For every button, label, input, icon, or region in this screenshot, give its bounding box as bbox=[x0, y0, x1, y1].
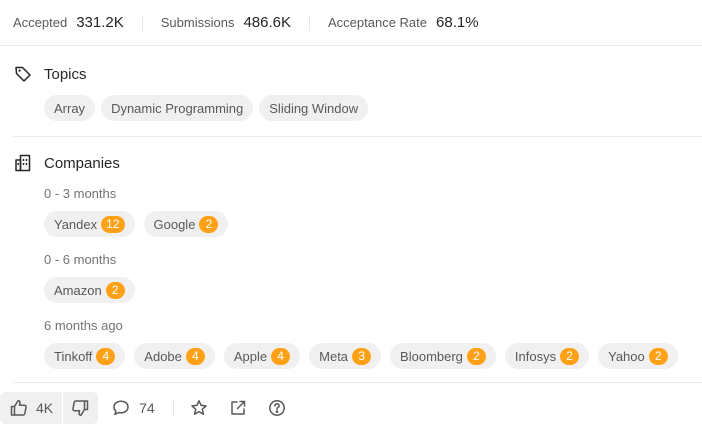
company-count-badge: 4 bbox=[271, 347, 291, 365]
company-name: Adobe bbox=[144, 348, 182, 364]
share-icon bbox=[229, 399, 247, 417]
period-label: 6 months ago bbox=[44, 318, 123, 333]
help-icon bbox=[268, 399, 286, 417]
companies-header[interactable]: Companies bbox=[13, 151, 120, 175]
comment-icon bbox=[112, 399, 130, 417]
like-count: 4K bbox=[36, 400, 54, 416]
company-count-badge: 12 bbox=[101, 215, 125, 233]
company-tag[interactable]: Yandex 12 bbox=[44, 211, 135, 237]
dislike-button[interactable] bbox=[63, 392, 98, 424]
company-count-badge: 3 bbox=[352, 347, 372, 365]
company-name: Yahoo bbox=[608, 348, 645, 364]
company-count-badge: 4 bbox=[185, 347, 205, 365]
company-tag[interactable]: Bloomberg 2 bbox=[390, 343, 496, 369]
company-count-badge: 2 bbox=[199, 215, 219, 233]
comment-count: 74 bbox=[139, 400, 155, 416]
company-count-badge: 2 bbox=[648, 347, 668, 365]
company-name: Tinkoff bbox=[54, 348, 93, 364]
company-tag[interactable]: Meta 3 bbox=[309, 343, 382, 369]
tag-icon bbox=[13, 64, 33, 84]
company-name: Infosys bbox=[514, 348, 557, 364]
submissions-stat: Submissions 486.6K bbox=[161, 14, 291, 31]
building-icon bbox=[13, 153, 33, 173]
company-count-badge: 2 bbox=[560, 347, 580, 365]
company-name: Apple bbox=[233, 348, 268, 364]
topics-title: Topics bbox=[44, 65, 87, 83]
section-divider bbox=[13, 382, 702, 383]
companies-title: Companies bbox=[44, 154, 120, 172]
footer-separator bbox=[172, 399, 174, 417]
topics-header[interactable]: Topics bbox=[13, 62, 87, 86]
company-name: Bloomberg bbox=[400, 348, 463, 364]
company-list: Amazon 2 bbox=[44, 277, 135, 303]
acceptance-rate-label: Acceptance Rate bbox=[328, 15, 428, 30]
accepted-stat: Accepted 331.2K bbox=[13, 14, 124, 31]
acceptance-rate-stat: Acceptance Rate 68.1% bbox=[328, 14, 479, 31]
company-count-badge: 2 bbox=[105, 281, 125, 299]
share-button[interactable] bbox=[229, 399, 247, 417]
company-name: Google bbox=[153, 216, 196, 232]
accepted-value: 331.2K bbox=[76, 14, 124, 31]
topic-tag[interactable]: Dynamic Programming bbox=[101, 95, 254, 121]
company-list: Yandex 12 Google 2 bbox=[44, 211, 229, 237]
vote-group: 4K bbox=[0, 392, 99, 424]
thumbs-down-icon bbox=[71, 399, 89, 417]
action-bar: 4K 74 bbox=[0, 391, 702, 425]
period-label: 0 - 3 months bbox=[44, 186, 117, 201]
company-count-badge: 2 bbox=[466, 347, 486, 365]
topic-tag[interactable]: Array bbox=[44, 95, 96, 121]
company-name: Amazon bbox=[54, 282, 102, 298]
stats-row: Accepted 331.2K Submissions 486.6K Accep… bbox=[0, 0, 702, 46]
section-divider bbox=[13, 136, 702, 137]
acceptance-rate-value: 68.1% bbox=[436, 14, 479, 31]
company-tag[interactable]: Yahoo 2 bbox=[598, 343, 678, 369]
topics-list: Array Dynamic Programming Sliding Window bbox=[44, 95, 369, 121]
comments-button[interactable]: 74 bbox=[112, 399, 155, 417]
submissions-label: Submissions bbox=[160, 15, 235, 30]
company-list: Tinkoff 4 Adobe 4 Apple 4 Meta 3 Bloomberg 2 Infos… bbox=[44, 343, 678, 369]
company-count-badge: 4 bbox=[96, 347, 116, 365]
company-tag[interactable]: Apple 4 bbox=[223, 343, 301, 369]
period-label: 0 - 6 months bbox=[44, 252, 117, 267]
accepted-label: Accepted bbox=[13, 15, 68, 30]
company-tag[interactable]: Google 2 bbox=[143, 211, 229, 237]
company-tag[interactable]: Amazon 2 bbox=[44, 277, 135, 303]
company-name: Yandex bbox=[54, 216, 98, 232]
stat-divider bbox=[141, 14, 143, 31]
help-button[interactable] bbox=[268, 399, 286, 417]
company-name: Meta bbox=[319, 348, 349, 364]
like-button[interactable]: 4K bbox=[0, 392, 62, 424]
submissions-value: 486.6K bbox=[243, 14, 291, 31]
stat-divider bbox=[309, 14, 310, 31]
favorite-button[interactable] bbox=[190, 399, 208, 417]
star-icon bbox=[190, 399, 208, 417]
company-tag[interactable]: Infosys 2 bbox=[504, 343, 590, 369]
thumbs-up-icon bbox=[10, 399, 28, 417]
company-tag[interactable]: Tinkoff 4 bbox=[44, 343, 126, 369]
topic-tag[interactable]: Sliding Window bbox=[259, 95, 369, 121]
company-tag[interactable]: Adobe 4 bbox=[134, 343, 215, 369]
